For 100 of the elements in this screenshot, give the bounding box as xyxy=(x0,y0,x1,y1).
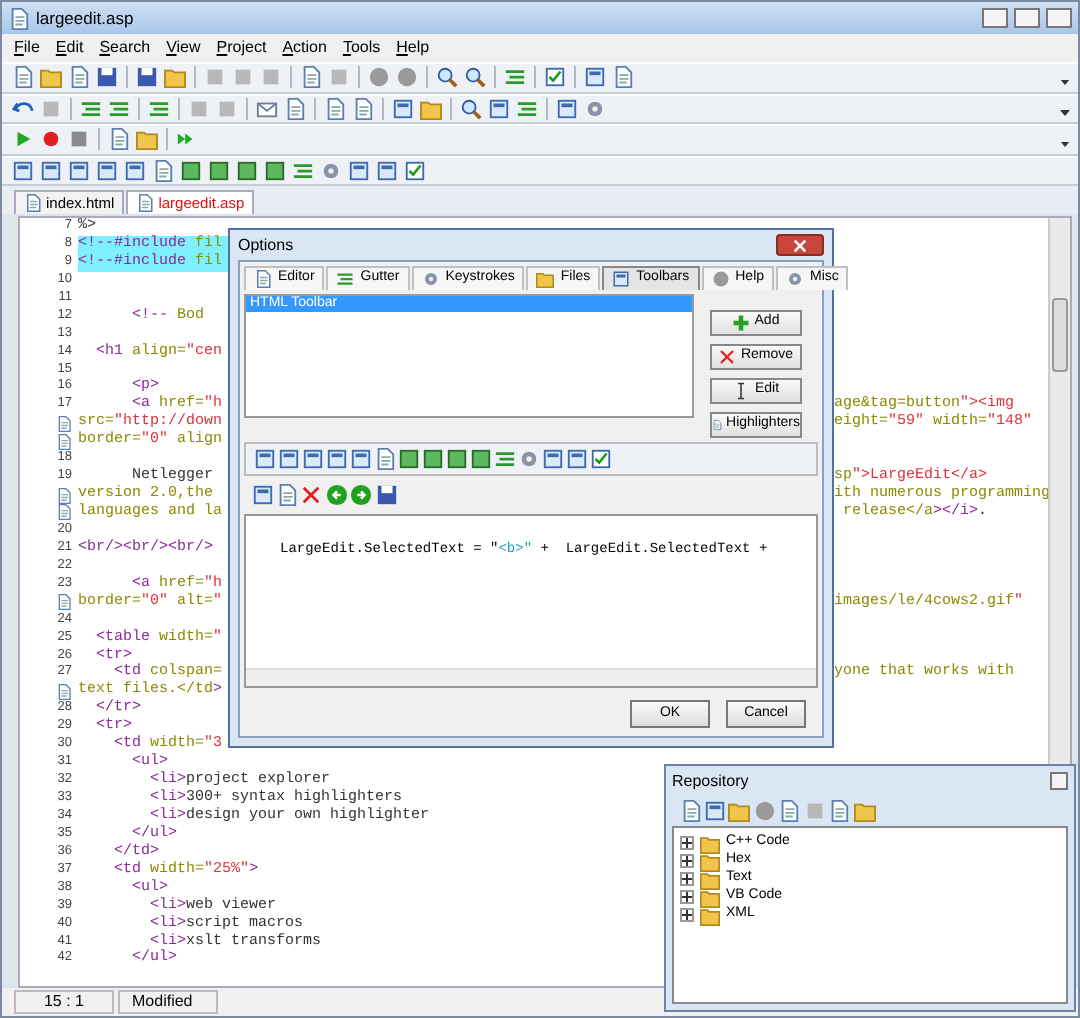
block-icon[interactable] xyxy=(422,448,444,470)
scrollbar-thumb[interactable] xyxy=(1052,298,1068,372)
overflow-chevron-icon[interactable] xyxy=(1060,79,1070,85)
checkbox-icon[interactable] xyxy=(404,159,426,182)
page-icon[interactable] xyxy=(352,97,374,120)
expand-toggle[interactable] xyxy=(680,836,694,850)
window-icon[interactable] xyxy=(254,448,276,470)
block-icon[interactable] xyxy=(398,448,420,470)
block-icon[interactable] xyxy=(470,448,492,470)
window-icon[interactable] xyxy=(96,159,118,182)
expand-toggle[interactable] xyxy=(680,890,694,904)
folder-icon[interactable] xyxy=(164,66,186,89)
menu-item[interactable]: Project xyxy=(216,38,267,58)
cross-icon[interactable] xyxy=(300,484,322,506)
page-icon[interactable] xyxy=(276,484,298,506)
window-icon[interactable] xyxy=(348,159,370,182)
folder-icon[interactable] xyxy=(40,66,62,89)
lines-icon[interactable] xyxy=(108,97,130,120)
overflow-chevron-icon[interactable] xyxy=(1060,141,1070,147)
window-icon[interactable] xyxy=(68,159,90,182)
page-icon[interactable] xyxy=(12,66,34,89)
expand-toggle[interactable] xyxy=(680,854,694,868)
window-icon[interactable] xyxy=(278,448,300,470)
menu-item[interactable]: Search xyxy=(99,38,151,58)
save-icon[interactable] xyxy=(96,66,118,89)
page-icon[interactable] xyxy=(778,800,800,822)
minimize-button[interactable] xyxy=(982,8,1008,28)
page-icon[interactable] xyxy=(284,97,306,120)
window-icon[interactable] xyxy=(584,66,606,89)
page-icon[interactable] xyxy=(152,159,174,182)
block-icon[interactable] xyxy=(446,448,468,470)
window-icon[interactable] xyxy=(556,97,578,120)
menu-item[interactable]: View xyxy=(166,38,201,58)
save-icon[interactable] xyxy=(376,484,398,506)
close-button[interactable] xyxy=(1046,8,1072,28)
restore-button[interactable] xyxy=(1050,772,1068,790)
back-arrow-icon[interactable] xyxy=(326,484,348,506)
page-icon[interactable] xyxy=(828,800,850,822)
window-icon[interactable] xyxy=(124,159,146,182)
magnifier-icon[interactable] xyxy=(436,66,458,89)
play-icon[interactable] xyxy=(12,128,34,151)
gear-icon[interactable] xyxy=(584,97,606,120)
block-icon[interactable] xyxy=(208,159,230,182)
window-icon[interactable] xyxy=(252,484,274,506)
lines-icon[interactable] xyxy=(80,97,102,120)
window-icon[interactable] xyxy=(12,159,34,182)
window-icon[interactable] xyxy=(326,448,348,470)
menu-item[interactable]: Edit xyxy=(55,38,84,58)
page-icon[interactable] xyxy=(680,800,702,822)
envelope-icon[interactable] xyxy=(256,97,278,120)
window-icon[interactable] xyxy=(542,448,564,470)
page-icon[interactable] xyxy=(68,66,90,89)
folder-icon[interactable] xyxy=(420,97,442,120)
window-icon[interactable] xyxy=(704,800,726,822)
menu-item[interactable]: Action xyxy=(282,38,327,58)
page-icon[interactable] xyxy=(324,97,346,120)
window-icon[interactable] xyxy=(302,448,324,470)
circle-icon[interactable] xyxy=(754,800,776,822)
menu-item[interactable]: Help xyxy=(396,38,430,58)
stop-icon[interactable] xyxy=(68,128,90,151)
close-button[interactable] xyxy=(776,234,824,256)
overflow-chevron-icon[interactable] xyxy=(1060,110,1070,116)
window-icon[interactable] xyxy=(376,159,398,182)
expand-toggle[interactable] xyxy=(680,908,694,922)
horizontal-scrollbar[interactable] xyxy=(246,668,816,686)
lines-icon[interactable] xyxy=(148,97,170,120)
folder-icon[interactable] xyxy=(136,128,158,151)
folder-icon[interactable] xyxy=(728,800,750,822)
window-icon[interactable] xyxy=(40,159,62,182)
magnifier-icon[interactable] xyxy=(460,97,482,120)
window-icon[interactable] xyxy=(392,97,414,120)
window-icon[interactable] xyxy=(566,448,588,470)
window-icon[interactable] xyxy=(488,97,510,120)
checkbox-icon[interactable] xyxy=(590,448,612,470)
forward-arrow-icon[interactable] xyxy=(350,484,372,506)
menu-item[interactable]: File xyxy=(14,38,40,58)
page-icon[interactable] xyxy=(612,66,634,89)
maximize-button[interactable] xyxy=(1014,8,1040,28)
expand-toggle[interactable] xyxy=(680,872,694,886)
page-icon[interactable] xyxy=(374,448,396,470)
magnifier-icon[interactable] xyxy=(464,66,486,89)
lines-icon[interactable] xyxy=(504,66,526,89)
folder-icon[interactable] xyxy=(854,800,876,822)
gear-icon[interactable] xyxy=(320,159,342,182)
lines-icon[interactable] xyxy=(292,159,314,182)
circle-icon[interactable] xyxy=(368,66,390,89)
gear-icon[interactable] xyxy=(518,448,540,470)
circle-icon[interactable] xyxy=(396,66,418,89)
lines-icon[interactable] xyxy=(516,97,538,120)
save-icon[interactable] xyxy=(136,66,158,89)
block-icon[interactable] xyxy=(264,159,286,182)
block-icon[interactable] xyxy=(236,159,258,182)
record-icon[interactable] xyxy=(40,128,62,151)
block-icon[interactable] xyxy=(180,159,202,182)
lines-icon[interactable] xyxy=(494,448,516,470)
checkbox-icon[interactable] xyxy=(544,66,566,89)
page-icon[interactable] xyxy=(300,66,322,89)
menu-item[interactable]: Tools xyxy=(342,38,381,58)
window-icon[interactable] xyxy=(350,448,372,470)
page-icon[interactable] xyxy=(108,128,130,151)
